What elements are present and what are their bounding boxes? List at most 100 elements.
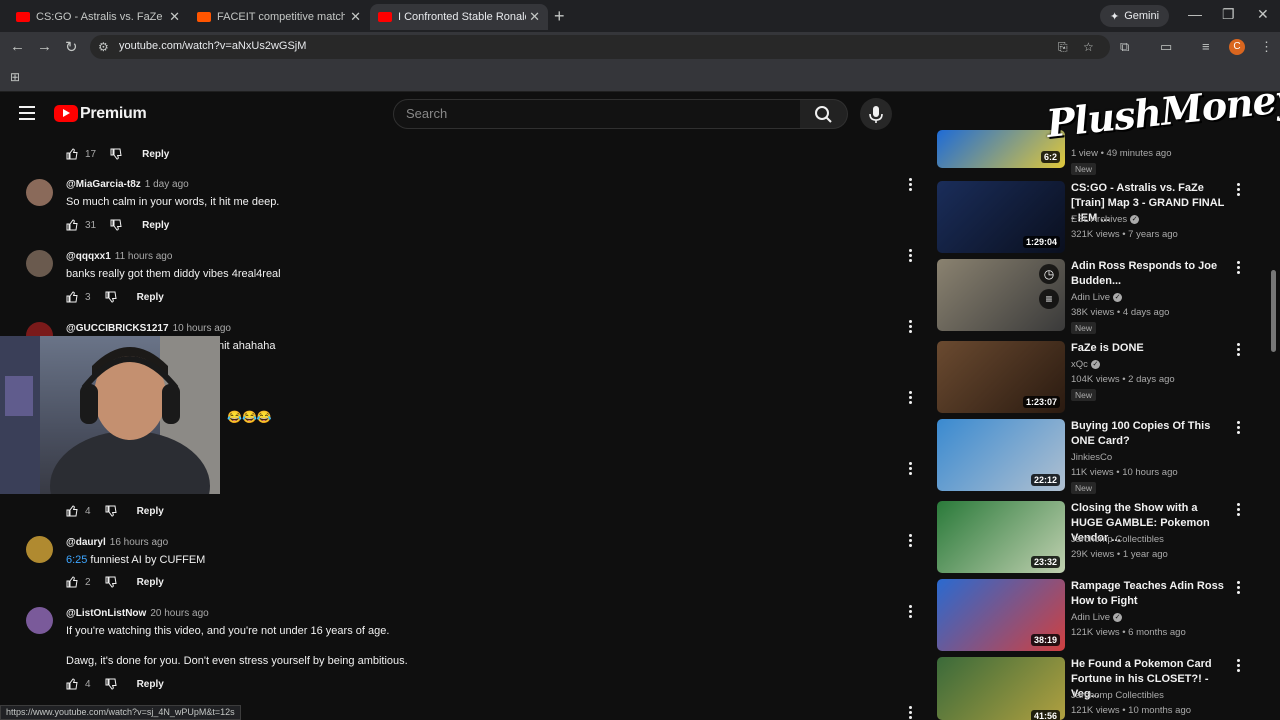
media-icon[interactable]: ≡	[1202, 39, 1210, 54]
gemini-button[interactable]: ✦ Gemini	[1100, 5, 1170, 27]
video-thumbnail[interactable]: 41:56	[937, 657, 1065, 720]
reply-button[interactable]: Reply	[137, 506, 164, 517]
close-tab-icon[interactable]: ✕	[529, 9, 540, 25]
reply-button[interactable]: Reply	[137, 679, 164, 690]
dislike-icon[interactable]	[105, 505, 117, 517]
author-name[interactable]: @qqqxx1	[66, 251, 111, 262]
address-bar[interactable]: ⚙ youtube.com/watch?v=aNxUs2wGSjM ⎘ ☆	[90, 35, 1110, 59]
like-icon[interactable]	[66, 576, 78, 588]
comment-menu-icon[interactable]	[906, 391, 914, 405]
channel-name[interactable]: xQc	[1071, 359, 1088, 370]
video-menu-icon[interactable]	[1234, 343, 1242, 357]
avatar[interactable]	[26, 536, 53, 563]
install-icon[interactable]: ⎘	[1058, 40, 1068, 55]
avatar[interactable]	[26, 250, 53, 277]
reply-button[interactable]: Reply	[142, 149, 169, 160]
browser-tab[interactable]: CS:GO - Astralis vs. FaZe [Cache] M ✕	[8, 4, 188, 30]
forward-icon[interactable]: →	[37, 38, 52, 55]
video-title[interactable]: Adin Ross Responds to Joe Budden...	[1071, 259, 1227, 289]
voice-search-button[interactable]	[860, 98, 892, 130]
like-icon[interactable]	[66, 505, 78, 517]
channel-name[interactable]: ESL Archives	[1071, 214, 1127, 225]
video-thumbnail[interactable]: ◷ ≡	[937, 259, 1065, 331]
comment-menu-icon[interactable]	[906, 320, 914, 334]
apps-grid-icon[interactable]: ⊞	[10, 70, 20, 84]
channel-name[interactable]: Adin Live	[1071, 292, 1110, 303]
search-button[interactable]	[800, 99, 848, 129]
video-channel[interactable]: Jarchomp Collectibles	[1071, 690, 1164, 701]
video-channel[interactable]: JinkiesCo	[1071, 452, 1112, 463]
comment-menu-icon[interactable]	[906, 462, 914, 476]
reply-button[interactable]: Reply	[142, 220, 169, 231]
comment-time[interactable]: 11 hours ago	[115, 251, 173, 262]
video-thumbnail[interactable]: 38:19	[937, 579, 1065, 651]
video-menu-icon[interactable]	[1234, 581, 1242, 595]
search-box[interactable]	[393, 99, 801, 129]
channel-name[interactable]: Adin Live	[1071, 612, 1110, 623]
video-title[interactable]: Rampage Teaches Adin Ross How to Fight	[1071, 579, 1227, 609]
author-name[interactable]: @ListOnListNow	[66, 608, 146, 619]
url-text[interactable]: youtube.com/watch?v=aNxUs2wGSjM	[119, 40, 306, 52]
close-tab-icon[interactable]: ✕	[169, 9, 180, 25]
dislike-icon[interactable]	[110, 148, 122, 160]
video-channel[interactable]: ESL Archives ✓	[1071, 214, 1140, 225]
video-menu-icon[interactable]	[1234, 659, 1242, 673]
browser-menu-icon[interactable]: ⋮	[1260, 39, 1273, 55]
like-icon[interactable]	[66, 678, 78, 690]
comment-author[interactable]: @MiaGarcia-t8z 1 day ago	[66, 179, 189, 190]
like-icon[interactable]	[66, 291, 78, 303]
channel-name[interactable]: JinkiesCo	[1071, 452, 1112, 463]
video-channel[interactable]: Jarchomp Collectibles	[1071, 534, 1164, 545]
avatar[interactable]	[26, 179, 53, 206]
author-name[interactable]: @GUCCIBRICKS1217	[66, 323, 169, 334]
comment-author[interactable]: @ListOnListNow 20 hours ago	[66, 608, 209, 619]
extensions-icon[interactable]: ⧉	[1120, 39, 1129, 55]
dislike-icon[interactable]	[105, 576, 117, 588]
video-menu-icon[interactable]	[1234, 183, 1242, 197]
site-info-icon[interactable]: ⚙	[98, 40, 109, 54]
close-window-icon[interactable]: ✕	[1257, 6, 1269, 23]
video-menu-icon[interactable]	[1234, 261, 1242, 275]
back-icon[interactable]: ←	[10, 38, 25, 55]
sidebar-scrollbar[interactable]	[1271, 270, 1276, 352]
video-menu-icon[interactable]	[1234, 503, 1242, 517]
watch-later-icon[interactable]: ◷	[1039, 264, 1059, 284]
video-channel[interactable]: Adin Live ✓	[1071, 612, 1123, 623]
browser-tab-active[interactable]: I Confronted Stable Ronaldo on Fa ✕	[370, 4, 548, 30]
video-menu-icon[interactable]	[1234, 421, 1242, 435]
comment-time[interactable]: 16 hours ago	[110, 537, 168, 548]
video-title[interactable]: Buying 100 Copies Of This ONE Card?	[1071, 419, 1227, 449]
comment-time[interactable]: 20 hours ago	[150, 608, 208, 619]
tab-search-icon[interactable]: ▭	[1160, 39, 1172, 55]
video-thumbnail[interactable]: 1:29:04	[937, 181, 1065, 253]
reload-icon[interactable]: ↻	[65, 38, 78, 56]
video-thumbnail[interactable]: 22:12	[937, 419, 1065, 491]
video-thumbnail[interactable]: 1:23:07	[937, 341, 1065, 413]
comment-menu-icon[interactable]	[906, 178, 914, 192]
comment-author[interactable]: @dauryl 16 hours ago	[66, 537, 168, 548]
dislike-icon[interactable]	[110, 219, 122, 231]
author-name[interactable]: @dauryl	[66, 537, 106, 548]
dislike-icon[interactable]	[105, 291, 117, 303]
comment-time[interactable]: 1 day ago	[145, 179, 189, 190]
video-channel[interactable]: xQc ✓	[1071, 359, 1100, 370]
reply-button[interactable]: Reply	[137, 292, 164, 303]
author-name[interactable]: @MiaGarcia-t8z	[66, 179, 141, 190]
comment-menu-icon[interactable]	[906, 706, 914, 720]
video-thumbnail[interactable]: 23:32	[937, 501, 1065, 573]
avatar[interactable]	[26, 607, 53, 634]
comment-menu-icon[interactable]	[906, 605, 914, 619]
like-icon[interactable]	[66, 148, 78, 160]
bookmark-star-icon[interactable]: ☆	[1083, 40, 1094, 54]
dislike-icon[interactable]	[105, 678, 117, 690]
comment-menu-icon[interactable]	[906, 249, 914, 263]
video-thumbnail[interactable]: 6:2	[937, 130, 1065, 168]
youtube-logo-icon[interactable]	[54, 105, 78, 122]
video-channel[interactable]: Adin Live ✓	[1071, 292, 1123, 303]
maximize-icon[interactable]: ❐	[1222, 6, 1235, 23]
minimize-icon[interactable]: —	[1188, 6, 1202, 22]
browser-tab[interactable]: FACEIT competitive match - FACEIT ✕	[189, 4, 369, 30]
like-icon[interactable]	[66, 219, 78, 231]
comment-author[interactable]: @qqqxx1 11 hours ago	[66, 251, 172, 262]
search-input[interactable]	[406, 106, 786, 121]
